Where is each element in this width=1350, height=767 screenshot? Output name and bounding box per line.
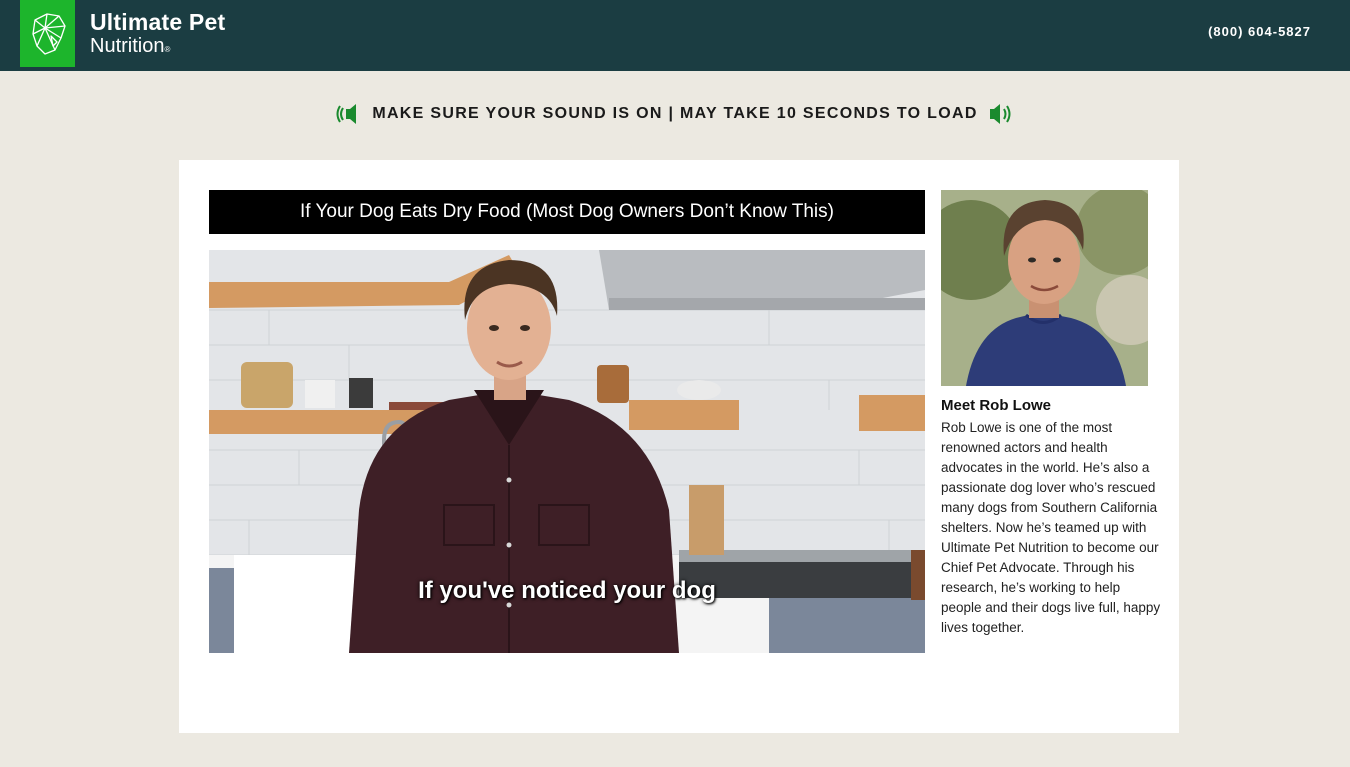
brand-name-line2-text: Nutrition [90, 35, 165, 57]
brand-name-line1: Ultimate Pet [90, 9, 226, 35]
rob-lowe-photo [941, 190, 1148, 386]
video-player[interactable]: If you've noticed your dog [209, 250, 925, 653]
sidebar-heading: Meet Rob Lowe [941, 397, 1052, 414]
brand-name-line2: Nutrition® [90, 34, 225, 62]
speaker-left-icon [336, 101, 362, 127]
brand-name[interactable]: Ultimate Pet Nutrition® [90, 10, 225, 62]
sound-notice-text: MAKE SURE YOUR SOUND IS ON | MAY TAKE 10… [372, 105, 978, 122]
registered-mark: ® [164, 45, 171, 54]
sidebar-body: Rob Lowe is one of the most renowned act… [941, 420, 1161, 635]
brand-logo[interactable] [20, 0, 75, 67]
geometric-dog-head-icon [31, 12, 66, 55]
site-header: Ultimate Pet Nutrition® (800) 604-5827 [0, 0, 1350, 71]
portrait-illustration [941, 190, 1148, 386]
phone-number-link[interactable]: (800) 604-5827 [1208, 24, 1311, 39]
video-title: If Your Dog Eats Dry Food (Most Dog Owne… [209, 190, 925, 234]
speaker-right-icon [988, 101, 1014, 127]
sound-notice: MAKE SURE YOUR SOUND IS ON | MAY TAKE 10… [0, 100, 1350, 128]
content-card: If Your Dog Eats Dry Food (Most Dog Owne… [179, 160, 1179, 733]
video-caption: If you've noticed your dog [418, 577, 716, 604]
